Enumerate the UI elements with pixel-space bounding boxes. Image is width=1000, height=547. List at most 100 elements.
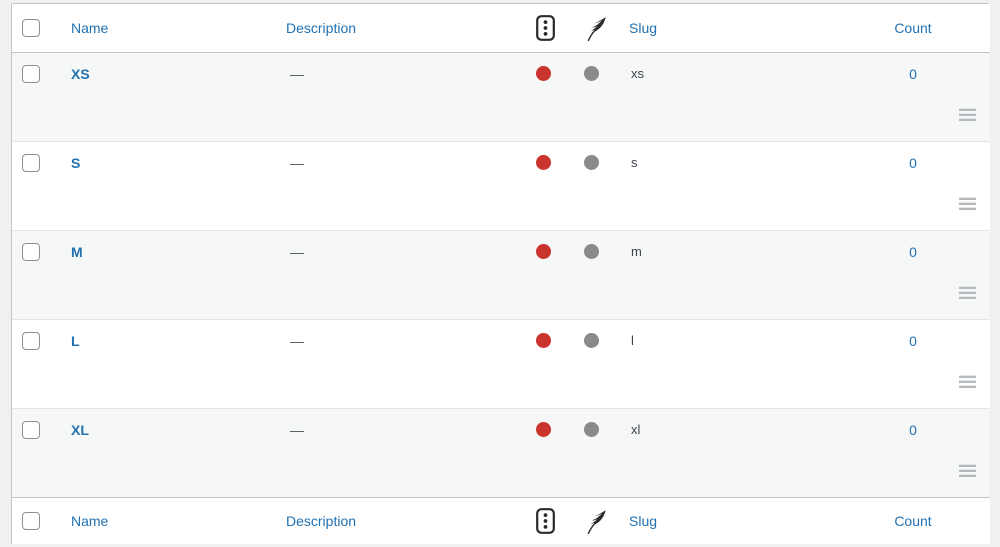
row-select-cell[interactable] bbox=[12, 408, 61, 498]
row-count-cell: 0 bbox=[854, 319, 990, 409]
row-description-text: — bbox=[290, 243, 304, 260]
table-row[interactable]: XL — xl 0 bbox=[12, 408, 990, 498]
column-footer-slug[interactable]: Slug bbox=[619, 496, 854, 545]
row-description-cell: — bbox=[276, 141, 526, 231]
row-traffic-light-cell[interactable] bbox=[526, 52, 574, 142]
row-description-text: — bbox=[290, 421, 304, 438]
row-drag-handle-icon[interactable] bbox=[959, 285, 976, 299]
row-select-cell[interactable] bbox=[12, 319, 61, 409]
row-name-link[interactable]: S bbox=[71, 153, 80, 173]
row-slug-cell: xl bbox=[619, 408, 854, 498]
status-dot-red[interactable] bbox=[536, 155, 551, 171]
row-checkbox[interactable] bbox=[22, 64, 40, 83]
row-select-cell[interactable] bbox=[12, 141, 61, 231]
row-traffic-light-cell[interactable] bbox=[526, 141, 574, 231]
table-body: XS — xs 0 S — s 0 M — m 0 L — l 0 XL — x… bbox=[12, 52, 990, 498]
column-footer-count-label: Count bbox=[894, 513, 932, 530]
status-dot-red[interactable] bbox=[536, 244, 551, 260]
table-footer-row: Name Description Slug Count bbox=[12, 496, 990, 545]
status-dot-grey[interactable] bbox=[584, 333, 599, 349]
row-traffic-light-cell[interactable] bbox=[526, 319, 574, 409]
row-slug-cell: m bbox=[619, 230, 854, 320]
row-slug-text: m bbox=[631, 243, 642, 259]
column-footer-traffic-light[interactable] bbox=[526, 496, 574, 545]
row-feather-cell[interactable] bbox=[574, 52, 619, 142]
column-footer-description[interactable]: Description bbox=[276, 496, 526, 545]
row-name-cell: XL bbox=[61, 408, 276, 498]
row-feather-cell[interactable] bbox=[574, 408, 619, 498]
column-header-count[interactable]: Count bbox=[854, 4, 990, 53]
traffic-light-icon bbox=[536, 14, 555, 41]
status-dot-red[interactable] bbox=[536, 333, 551, 349]
row-count-link[interactable]: 0 bbox=[909, 66, 917, 82]
column-footer-slug-label: Slug bbox=[629, 513, 658, 530]
row-name-link[interactable]: L bbox=[71, 331, 80, 351]
row-count-cell: 0 bbox=[854, 408, 990, 498]
row-count-link[interactable]: 0 bbox=[909, 422, 917, 438]
row-slug-cell: xs bbox=[619, 52, 854, 142]
row-feather-cell[interactable] bbox=[574, 230, 619, 320]
status-dot-grey[interactable] bbox=[584, 244, 599, 260]
row-description-text: — bbox=[290, 154, 304, 171]
status-dot-grey[interactable] bbox=[584, 66, 599, 82]
row-name-cell: S bbox=[61, 141, 276, 231]
row-drag-handle-icon[interactable] bbox=[959, 107, 976, 121]
column-footer-name-label: Name bbox=[71, 513, 109, 530]
row-drag-handle-icon[interactable] bbox=[959, 196, 976, 210]
column-footer-description-label: Description bbox=[286, 513, 357, 530]
column-header-description[interactable]: Description bbox=[276, 4, 526, 53]
column-footer-feather[interactable] bbox=[574, 496, 619, 545]
row-select-cell[interactable] bbox=[12, 52, 61, 142]
row-name-cell: XS bbox=[61, 52, 276, 142]
column-header-feather[interactable] bbox=[574, 4, 619, 53]
row-slug-text: s bbox=[631, 154, 638, 170]
row-traffic-light-cell[interactable] bbox=[526, 230, 574, 320]
row-slug-cell: l bbox=[619, 319, 854, 409]
terms-list-table: Name Description Slug Count XS — xs 0 S … bbox=[12, 4, 990, 545]
row-count-cell: 0 bbox=[854, 52, 990, 142]
select-all-checkbox[interactable] bbox=[22, 18, 40, 37]
row-drag-handle-icon[interactable] bbox=[959, 374, 976, 388]
column-header-traffic-light[interactable] bbox=[526, 4, 574, 53]
table-row[interactable]: M — m 0 bbox=[12, 230, 990, 320]
row-name-link[interactable]: XL bbox=[71, 420, 89, 440]
admin-terms-list-screen: Name Description Slug Count XS — xs 0 S … bbox=[0, 0, 1000, 547]
column-header-slug[interactable]: Slug bbox=[619, 4, 854, 53]
status-dot-grey[interactable] bbox=[584, 155, 599, 171]
status-dot-red[interactable] bbox=[536, 66, 551, 82]
row-slug-cell: s bbox=[619, 141, 854, 231]
row-traffic-light-cell[interactable] bbox=[526, 408, 574, 498]
row-count-link[interactable]: 0 bbox=[909, 155, 917, 171]
table-row[interactable]: L — l 0 bbox=[12, 319, 990, 409]
feather-icon bbox=[584, 508, 608, 535]
status-dot-red[interactable] bbox=[536, 422, 551, 438]
row-checkbox[interactable] bbox=[22, 331, 40, 350]
column-header-count-label: Count bbox=[894, 19, 932, 36]
row-feather-cell[interactable] bbox=[574, 141, 619, 231]
select-all-header-cell[interactable] bbox=[12, 4, 61, 53]
row-select-cell[interactable] bbox=[12, 230, 61, 320]
row-drag-handle-icon[interactable] bbox=[959, 463, 976, 477]
row-count-cell: 0 bbox=[854, 141, 990, 231]
row-count-link[interactable]: 0 bbox=[909, 244, 917, 260]
row-checkbox[interactable] bbox=[22, 242, 40, 261]
column-header-name[interactable]: Name bbox=[61, 4, 276, 53]
row-checkbox[interactable] bbox=[22, 420, 40, 439]
row-name-cell: L bbox=[61, 319, 276, 409]
status-dot-grey[interactable] bbox=[584, 422, 599, 438]
column-footer-count[interactable]: Count bbox=[854, 496, 990, 545]
row-feather-cell[interactable] bbox=[574, 319, 619, 409]
row-count-cell: 0 bbox=[854, 230, 990, 320]
row-name-link[interactable]: M bbox=[71, 242, 83, 262]
select-all-checkbox-footer[interactable] bbox=[22, 512, 40, 531]
row-name-link[interactable]: XS bbox=[71, 64, 90, 84]
row-checkbox[interactable] bbox=[22, 153, 40, 172]
row-description-cell: — bbox=[276, 230, 526, 320]
column-footer-name[interactable]: Name bbox=[61, 496, 276, 545]
row-description-text: — bbox=[290, 332, 304, 349]
row-count-link[interactable]: 0 bbox=[909, 333, 917, 349]
column-header-slug-label: Slug bbox=[629, 19, 658, 36]
select-all-footer-cell[interactable] bbox=[12, 496, 61, 545]
table-row[interactable]: XS — xs 0 bbox=[12, 52, 990, 142]
table-row[interactable]: S — s 0 bbox=[12, 141, 990, 231]
